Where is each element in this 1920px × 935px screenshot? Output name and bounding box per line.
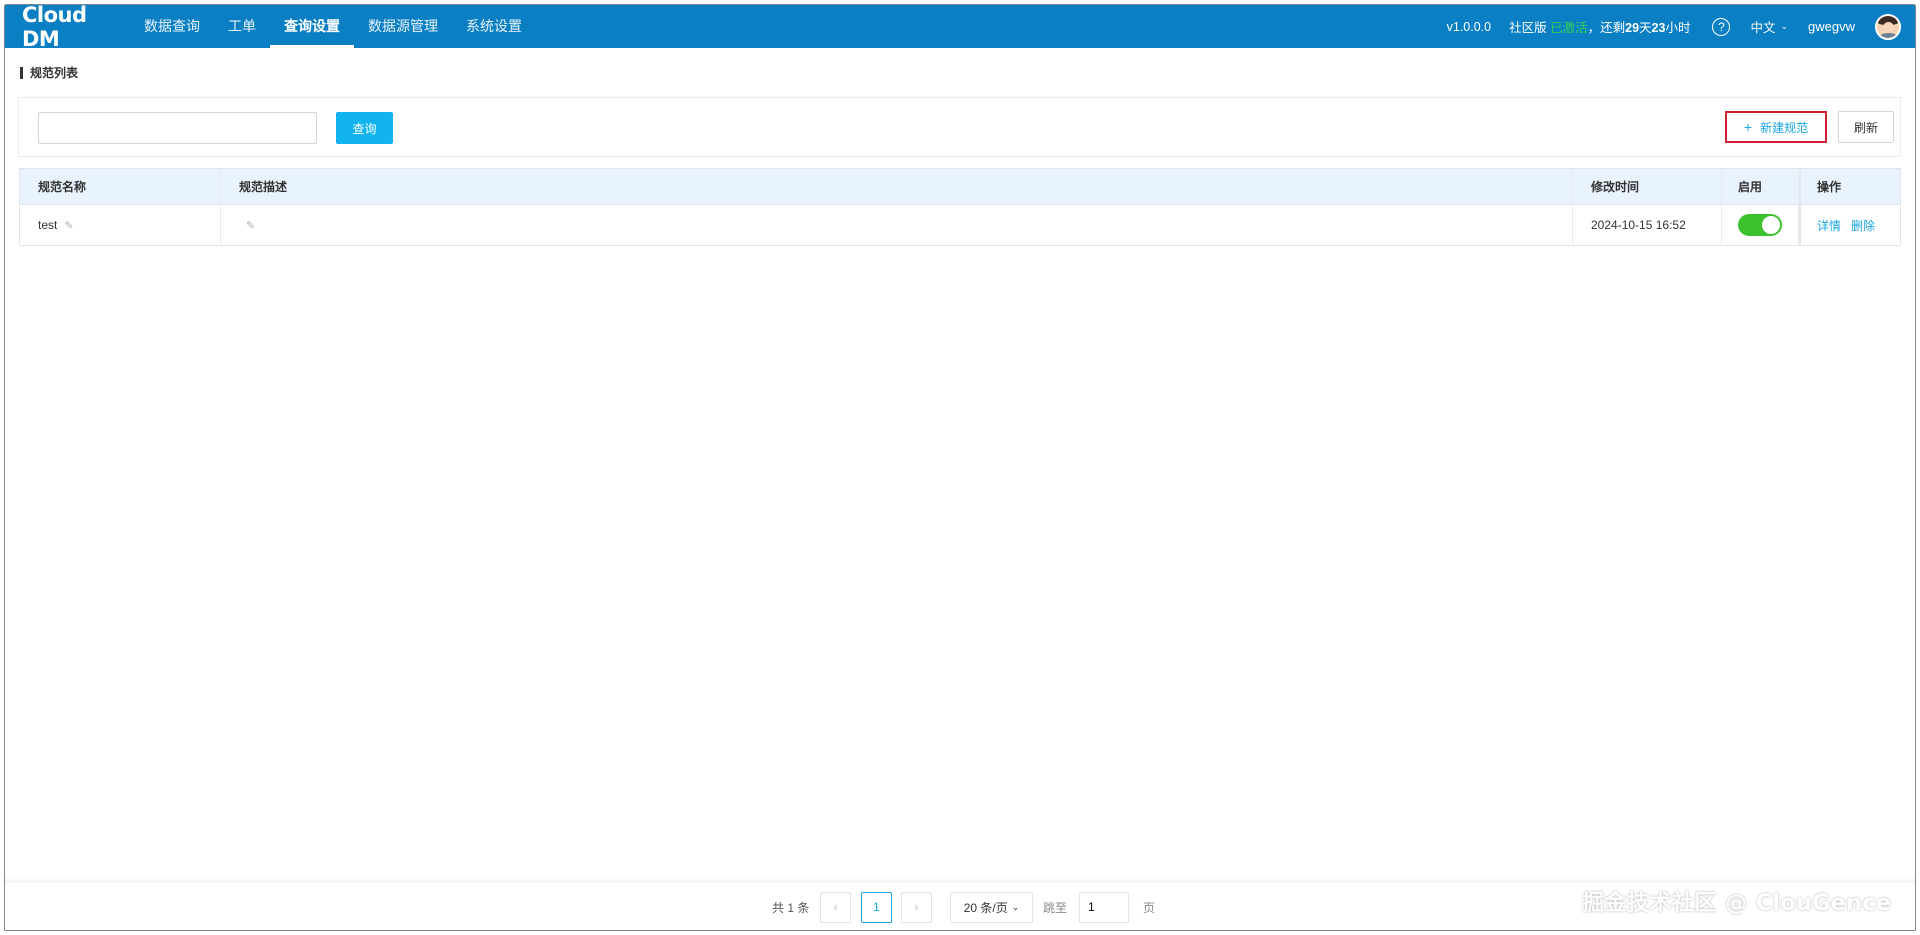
username[interactable]: gwegvw: [1808, 19, 1855, 34]
edit-icon[interactable]: ✎: [246, 219, 255, 232]
main-nav: 数据查询 工单 查询设置 数据源管理 系统设置: [130, 5, 536, 48]
remaining-hours: 23: [1651, 21, 1666, 35]
watermark: 掘金技术社区 @ ClouGence: [1582, 891, 1892, 916]
next-page-button[interactable]: ›: [901, 891, 932, 923]
version-label: v1.0.0.0: [1446, 19, 1492, 34]
nav-item-datasource-management[interactable]: 数据源管理: [354, 5, 452, 48]
column-header-modified: 修改时间: [1573, 169, 1722, 204]
chevron-right-icon: ›: [914, 900, 919, 914]
rule-name: test: [38, 218, 58, 232]
page-button-current[interactable]: 1: [861, 891, 892, 923]
table-row: test ✎ ✎ 2024-10-15 16:52 详情 删除: [20, 205, 1900, 245]
chevron-left-icon: ‹: [833, 900, 838, 914]
header-right: v1.0.0.0 社区版 已激活，还剩29天23小时 ? 中文 ⌄ gwegvw: [1447, 5, 1915, 48]
activation-status: 已激活: [1550, 21, 1588, 35]
enable-toggle[interactable]: [1738, 214, 1782, 236]
page-size-select[interactable]: 20 条/页 ⌄: [950, 891, 1033, 923]
filter-panel: 查询 + 新建规范 刷新: [18, 97, 1901, 157]
nav-item-tickets[interactable]: 工单: [214, 5, 270, 48]
new-rule-label: 新建规范: [1760, 120, 1809, 135]
rules-table: 规范名称 规范描述 修改时间 启用 操作 test ✎ ✎ 2024-10-15…: [19, 168, 1901, 246]
help-icon[interactable]: ?: [1712, 17, 1731, 36]
chevron-down-icon: ⌄: [1780, 21, 1789, 31]
nav-item-system-settings[interactable]: 系统设置: [452, 5, 536, 48]
total-count: 共 1 条: [772, 900, 810, 915]
app-logo[interactable]: Cloud DM: [22, 5, 122, 51]
table-header: 规范名称 规范描述 修改时间 启用 操作: [20, 169, 1900, 205]
edition-separator: ，还剩: [1587, 21, 1626, 35]
column-header-description: 规范描述: [221, 169, 1573, 204]
refresh-button[interactable]: 刷新: [1838, 111, 1894, 143]
toggle-knob: [1762, 216, 1780, 234]
rule-name-cell: test ✎: [20, 205, 221, 245]
page-title-text: 规范列表: [30, 66, 79, 80]
query-button[interactable]: 查询: [336, 112, 393, 144]
language-label: 中文: [1750, 21, 1776, 35]
delete-link[interactable]: 删除: [1851, 217, 1875, 234]
language-selector[interactable]: 中文 ⌄: [1750, 17, 1788, 36]
rule-actions-cell: 详情 删除: [1799, 205, 1900, 245]
column-header-actions: 操作: [1799, 169, 1900, 204]
rule-enabled-cell: [1722, 205, 1799, 245]
chevron-down-icon: ⌄: [1011, 901, 1020, 912]
jump-label: 跳至: [1043, 900, 1068, 915]
avatar[interactable]: [1875, 13, 1901, 40]
edition-info: 社区版 已激活，还剩29天23小时: [1509, 17, 1690, 36]
nav-item-query-settings[interactable]: 查询设置: [270, 5, 354, 48]
detail-link[interactable]: 详情: [1817, 217, 1841, 234]
rule-description-cell: ✎: [221, 205, 1573, 245]
rule-modified-cell: 2024-10-15 16:52: [1573, 205, 1722, 245]
search-input[interactable]: [38, 112, 317, 144]
jump-suffix: 页: [1143, 900, 1156, 915]
edition-prefix: 社区版: [1509, 21, 1551, 35]
page-size-label: 20 条/页: [963, 900, 1008, 915]
new-rule-button[interactable]: + 新建规范: [1725, 111, 1827, 143]
top-navbar: Cloud DM 数据查询 工单 查询设置 数据源管理 系统设置 v1.0.0.…: [5, 5, 1915, 51]
hours-unit: 小时: [1665, 21, 1691, 35]
app-window: Cloud DM 数据查询 工单 查询设置 数据源管理 系统设置 v1.0.0.…: [4, 4, 1916, 931]
jump-page-input[interactable]: [1079, 891, 1129, 923]
plus-icon: +: [1743, 119, 1753, 135]
title-bar-marker: [20, 66, 23, 79]
column-header-enabled: 启用: [1722, 169, 1799, 204]
remaining-days: 29: [1625, 21, 1640, 35]
footer-divider: [5, 875, 1915, 883]
nav-item-data-query[interactable]: 数据查询: [130, 5, 214, 48]
prev-page-button[interactable]: ‹: [820, 891, 851, 923]
days-unit: 天: [1639, 21, 1652, 35]
column-header-name: 规范名称: [20, 169, 221, 204]
page-title: 规范列表: [20, 64, 78, 81]
edit-icon[interactable]: ✎: [64, 219, 73, 232]
